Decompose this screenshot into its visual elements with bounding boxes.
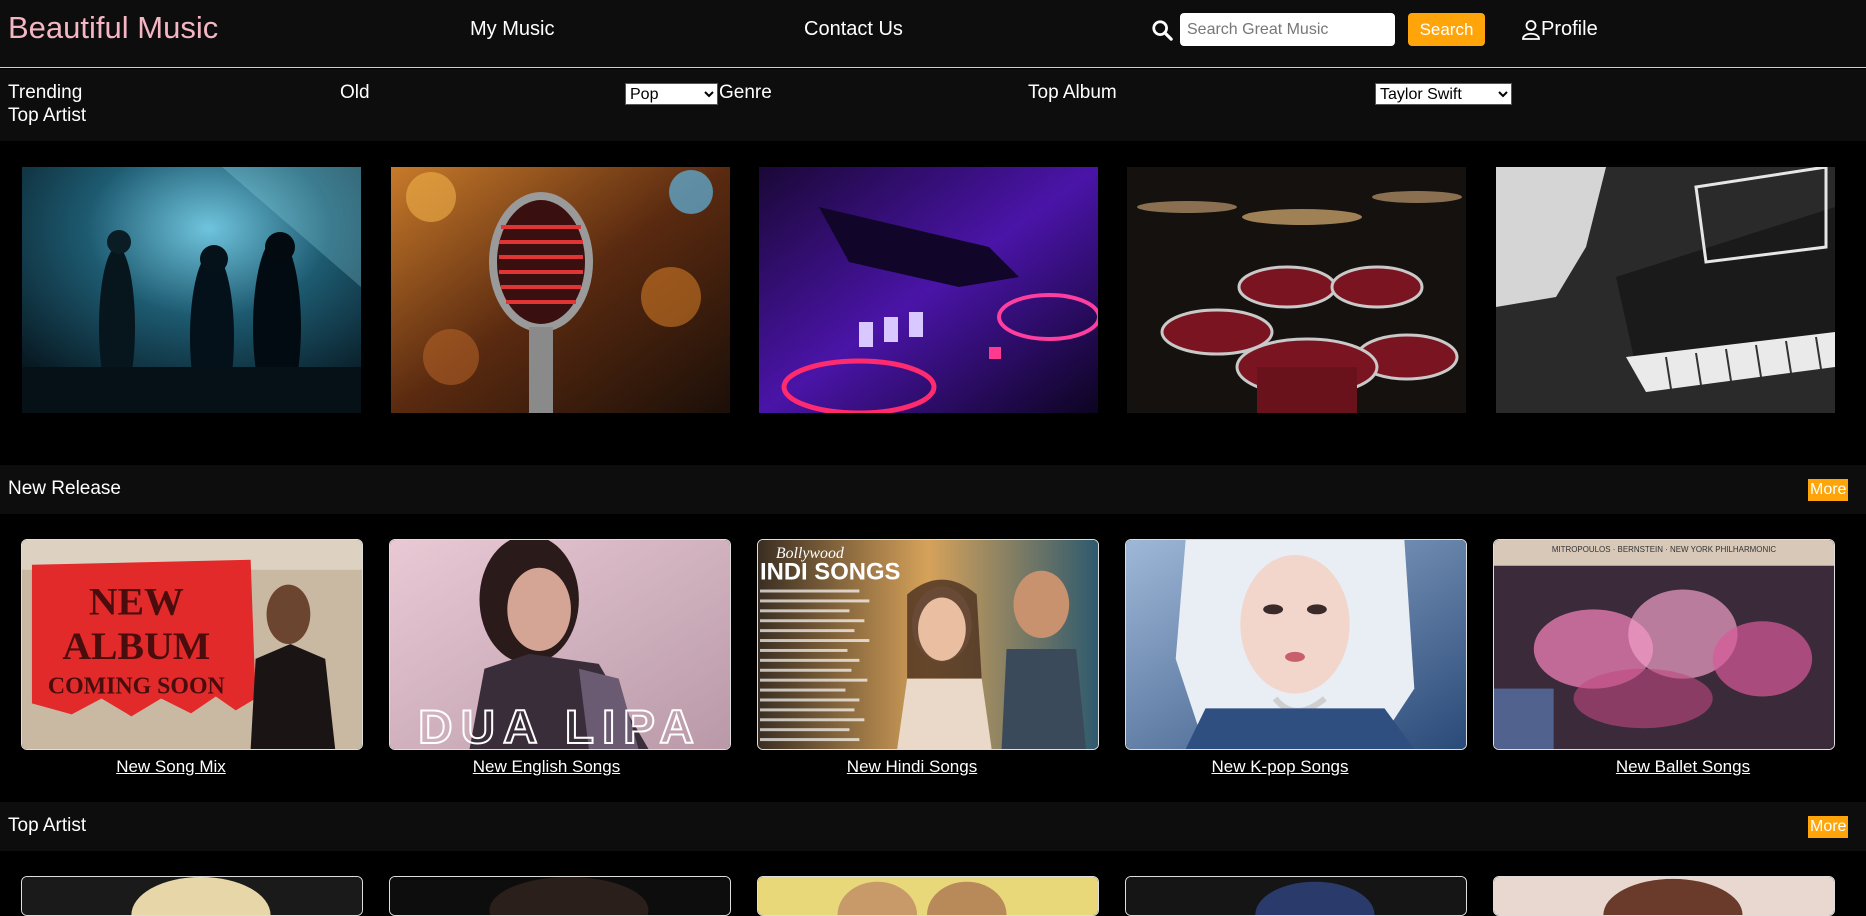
card-image-new-kpop-songs[interactable]: [1125, 539, 1467, 750]
hero-image-dj-deck[interactable]: [759, 167, 1098, 413]
art-text-album: ALBUM: [62, 624, 210, 668]
card-image-new-song-mix[interactable]: NEW ALBUM COMING SOON: [21, 539, 363, 750]
category-trending[interactable]: Trending: [8, 82, 82, 104]
search-input[interactable]: [1180, 13, 1395, 46]
hero-image-microphone[interactable]: [391, 167, 730, 413]
hero-image-piano[interactable]: [1496, 167, 1835, 413]
category-bar: Trending Top Artist Old Pop Genre Top Al…: [0, 69, 1866, 141]
card-label-new-song-mix[interactable]: New Song Mix: [21, 757, 321, 777]
search-button[interactable]: Search: [1408, 13, 1485, 46]
profile-link[interactable]: Profile: [1522, 18, 1598, 41]
card-label-new-kpop-songs[interactable]: New K-pop Songs: [1125, 757, 1435, 777]
top-navbar: Beautiful Music My Music Contact Us Sear…: [0, 0, 1866, 68]
art-text-dua-lipa: DUA LIPA: [418, 701, 702, 749]
category-top-artist[interactable]: Top Artist: [8, 105, 86, 127]
new-release-title: New Release: [8, 478, 121, 499]
category-top-album[interactable]: Top Album: [1028, 82, 1117, 104]
category-old[interactable]: Old: [340, 82, 370, 104]
nav-contact-us[interactable]: Contact Us: [804, 18, 903, 41]
top-artist-title: Top Artist: [8, 815, 87, 836]
nav-my-music[interactable]: My Music: [470, 18, 554, 41]
artist-card-5[interactable]: [1493, 876, 1835, 916]
profile-label: Profile: [1541, 18, 1598, 40]
artist-card-3[interactable]: [757, 876, 1099, 916]
art-text-coming-soon: COMING SOON: [48, 674, 225, 700]
category-genre[interactable]: Genre: [719, 82, 772, 104]
top-artist-more-button[interactable]: More: [1808, 816, 1848, 838]
new-release-header: New Release More: [0, 465, 1866, 514]
site-logo[interactable]: Beautiful Music: [8, 10, 218, 46]
new-release-more-button[interactable]: More: [1808, 479, 1848, 501]
hero-image-concert[interactable]: [22, 167, 361, 413]
artist-select[interactable]: Taylor Swift: [1375, 83, 1512, 105]
card-label-new-ballet-songs[interactable]: New Ballet Songs: [1493, 757, 1866, 777]
user-icon: [1522, 19, 1540, 40]
card-image-new-ballet-songs[interactable]: MITROPOULOS · BERNSTEIN · NEW YORK PHILH…: [1493, 539, 1835, 750]
search-icon[interactable]: [1151, 19, 1173, 41]
card-label-new-english-songs[interactable]: New English Songs: [389, 757, 704, 777]
art-text-indi-songs: INDI SONGS: [760, 559, 900, 586]
artist-card-1[interactable]: [21, 876, 363, 916]
art-text-new: NEW: [89, 579, 184, 623]
artist-card-4[interactable]: [1125, 876, 1467, 916]
genre-select[interactable]: Pop: [625, 83, 718, 105]
card-image-new-hindi-songs[interactable]: Bollywood INDI SONGS: [757, 539, 1099, 750]
art-text-album-credits: MITROPOULOS · BERNSTEIN · NEW YORK PHILH…: [1552, 545, 1777, 554]
card-label-new-hindi-songs[interactable]: New Hindi Songs: [757, 757, 1067, 777]
top-artist-header: Top Artist More: [0, 802, 1866, 851]
card-image-new-english-songs[interactable]: DUA LIPA: [389, 539, 731, 750]
artist-card-2[interactable]: [389, 876, 731, 916]
hero-image-drums[interactable]: [1127, 167, 1466, 413]
